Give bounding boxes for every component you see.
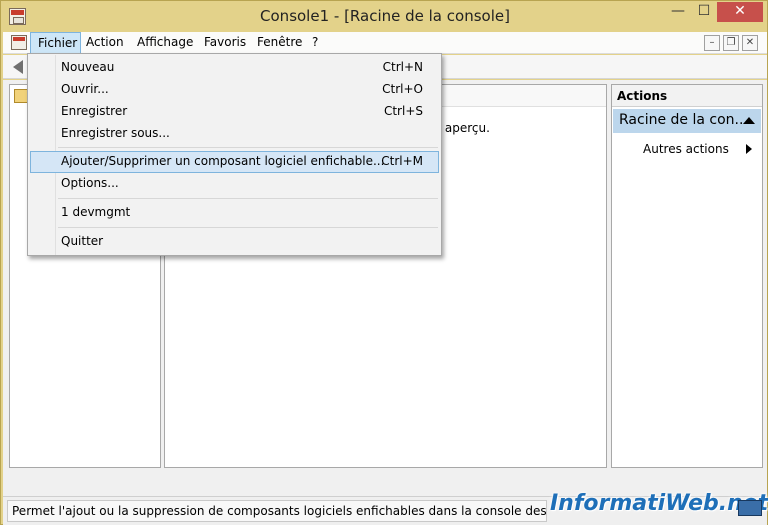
maximize-button[interactable]: ☐ xyxy=(691,2,717,22)
menu-separator xyxy=(58,227,438,228)
menu-bar: Fichier Action Affichage Favoris Fenêtre… xyxy=(3,32,767,54)
menu-fichier-label: Fichier xyxy=(38,36,78,50)
menu-action[interactable]: Action xyxy=(86,35,124,49)
menu-affichage[interactable]: Affichage xyxy=(137,35,193,49)
actions-section-header[interactable]: Racine de la con... xyxy=(613,109,761,133)
menu-item-recent-devmgmt[interactable]: 1 devmgmt xyxy=(30,202,439,224)
back-arrow-icon[interactable] xyxy=(13,60,23,74)
watermark-logo: InformatiWeb.net xyxy=(550,491,768,516)
menu-item-ajouter-supprimer-snapin[interactable]: Ajouter/Supprimer un composant logiciel … xyxy=(30,151,439,173)
menu-item-label: Enregistrer xyxy=(61,104,128,118)
actions-title: Actions xyxy=(612,85,762,107)
menu-item-quitter[interactable]: Quitter xyxy=(30,231,439,253)
mdi-restore-button[interactable]: ❐ xyxy=(723,35,739,51)
menu-item-label: Ouvrir... xyxy=(61,82,109,96)
menu-item-label: Options... xyxy=(61,176,119,190)
actions-pane: Actions Racine de la con... Autres actio… xyxy=(611,84,763,468)
menu-item-label: Ajouter/Supprimer un composant logiciel … xyxy=(61,154,385,168)
autres-actions-item[interactable]: Autres actions xyxy=(643,142,729,156)
menu-item-shortcut: Ctrl+M xyxy=(381,154,423,168)
actions-section-label: Racine de la con... xyxy=(619,112,748,128)
menu-separator xyxy=(58,198,438,199)
status-text: Permet l'ajout ou la suppression de comp… xyxy=(7,500,547,522)
close-button[interactable]: ✕ xyxy=(717,2,763,22)
menu-item-shortcut: Ctrl+N xyxy=(382,60,423,74)
mdi-close-button[interactable]: ✕ xyxy=(742,35,758,51)
menu-item-enregistrer[interactable]: Enregistrer Ctrl+S xyxy=(30,101,439,123)
menu-fenetre[interactable]: Fenêtre xyxy=(257,35,302,49)
menu-separator xyxy=(58,147,438,148)
window-title: Console1 - [Racine de la console] xyxy=(260,7,510,25)
menu-help[interactable]: ? xyxy=(312,35,318,49)
menu-item-label: Quitter xyxy=(61,234,104,248)
menu-item-shortcut: Ctrl+S xyxy=(383,104,423,118)
menu-item-label: Enregistrer sous... xyxy=(61,126,170,140)
menu-fichier[interactable]: Fichier xyxy=(30,32,81,54)
collapse-icon[interactable] xyxy=(743,117,755,124)
menu-item-shortcut: Ctrl+O xyxy=(382,82,423,96)
menu-item-enregistrer-sous[interactable]: Enregistrer sous... xyxy=(30,123,439,145)
mdi-minimize-button[interactable]: – xyxy=(704,35,720,51)
menu-favoris[interactable]: Favoris xyxy=(204,35,246,49)
title-bar[interactable]: Console1 - [Racine de la console] — ☐ ✕ xyxy=(1,1,768,32)
minimize-button[interactable]: — xyxy=(665,2,691,22)
menu-item-options[interactable]: Options... xyxy=(30,173,439,195)
menu-item-nouveau[interactable]: Nouveau Ctrl+N xyxy=(30,57,439,79)
laptop-icon xyxy=(738,500,762,516)
menu-item-label: 1 devmgmt xyxy=(61,205,131,219)
console-menu-icon[interactable] xyxy=(11,35,27,50)
submenu-arrow-icon xyxy=(746,144,752,154)
file-menu-dropdown: Nouveau Ctrl+N Ouvrir... Ctrl+O Enregist… xyxy=(27,53,442,256)
menu-item-ouvrir[interactable]: Ouvrir... Ctrl+O xyxy=(30,79,439,101)
menu-item-label: Nouveau xyxy=(61,60,115,74)
